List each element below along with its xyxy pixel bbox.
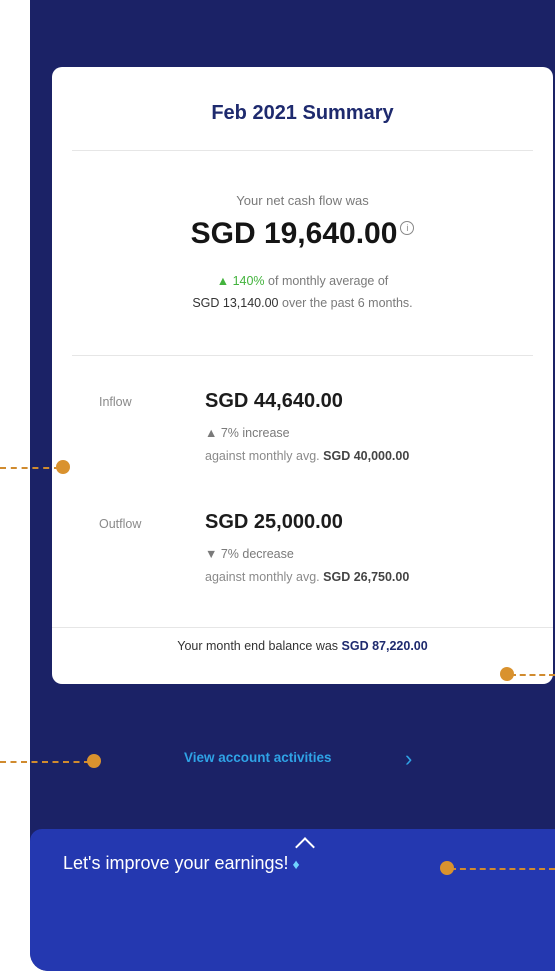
balance-prefix: Your month end balance was bbox=[177, 639, 339, 653]
net-cash-flow-amount: SGD 19,640.00 i bbox=[52, 217, 553, 251]
annotation-line bbox=[0, 761, 90, 763]
net-amount-text: SGD 19,640.00 bbox=[190, 217, 398, 250]
info-icon[interactable]: i bbox=[400, 221, 415, 235]
increase-arrow-icon: ▲ bbox=[216, 274, 230, 288]
annotation-dot bbox=[500, 667, 514, 681]
outflow-label: Outflow bbox=[99, 517, 142, 531]
improve-earnings-text[interactable]: Let's improve your earnings! ♦ bbox=[63, 853, 300, 874]
chevron-right-icon[interactable]: › bbox=[405, 746, 412, 772]
summary-card: Feb 2021 Summary Your net cash flow was … bbox=[52, 67, 553, 684]
outflow-average: against monthly avg. SGD 26,750.00 bbox=[205, 570, 409, 584]
outflow-average-amount: SGD 26,750.00 bbox=[323, 570, 410, 584]
inflow-amount: SGD 44,640.00 bbox=[205, 390, 343, 412]
average-comparison-line2: SGD 13,140.00 over the past 6 months. bbox=[52, 296, 553, 310]
outflow-amount: SGD 25,000.00 bbox=[205, 511, 343, 533]
net-cash-flow-label: Your net cash flow was bbox=[236, 193, 369, 208]
inflow-label: Inflow bbox=[99, 395, 132, 409]
outflow-average-prefix: against monthly avg. bbox=[205, 570, 320, 584]
inflow-average-prefix: against monthly avg. bbox=[205, 449, 320, 463]
comparison-percent: 140% bbox=[232, 274, 265, 288]
diamond-icon: ♦ bbox=[292, 856, 300, 872]
annotation-dot bbox=[87, 754, 101, 768]
annotation-dot bbox=[440, 861, 454, 875]
annotation-line bbox=[510, 674, 555, 676]
annotation-line bbox=[450, 868, 555, 870]
improve-earnings-label: Let's improve your earnings! bbox=[63, 853, 289, 873]
divider bbox=[52, 627, 553, 628]
comparison-average-amount: SGD 13,140.00 bbox=[192, 296, 279, 310]
divider bbox=[72, 355, 533, 356]
annotation-dot bbox=[56, 460, 70, 474]
average-comparison-line1: ▲ 140% of monthly average of bbox=[52, 274, 553, 288]
view-account-activities-link[interactable]: View account activities bbox=[184, 750, 332, 765]
comparison-period-text: over the past 6 months. bbox=[282, 296, 413, 310]
annotation-line bbox=[0, 467, 60, 469]
outflow-change: ▼ 7% decrease bbox=[205, 547, 294, 561]
balance-amount: SGD 87,220.00 bbox=[341, 639, 428, 653]
comparison-text: of monthly average of bbox=[268, 274, 389, 288]
earnings-panel[interactable] bbox=[30, 829, 555, 971]
divider bbox=[72, 150, 533, 151]
month-end-balance: Your month end balance was SGD 87,220.00 bbox=[52, 639, 553, 653]
inflow-average-amount: SGD 40,000.00 bbox=[323, 449, 410, 463]
inflow-average: against monthly avg. SGD 40,000.00 bbox=[205, 449, 409, 463]
inflow-change: ▲ 7% increase bbox=[205, 426, 290, 440]
summary-title: Feb 2021 Summary bbox=[211, 102, 394, 124]
